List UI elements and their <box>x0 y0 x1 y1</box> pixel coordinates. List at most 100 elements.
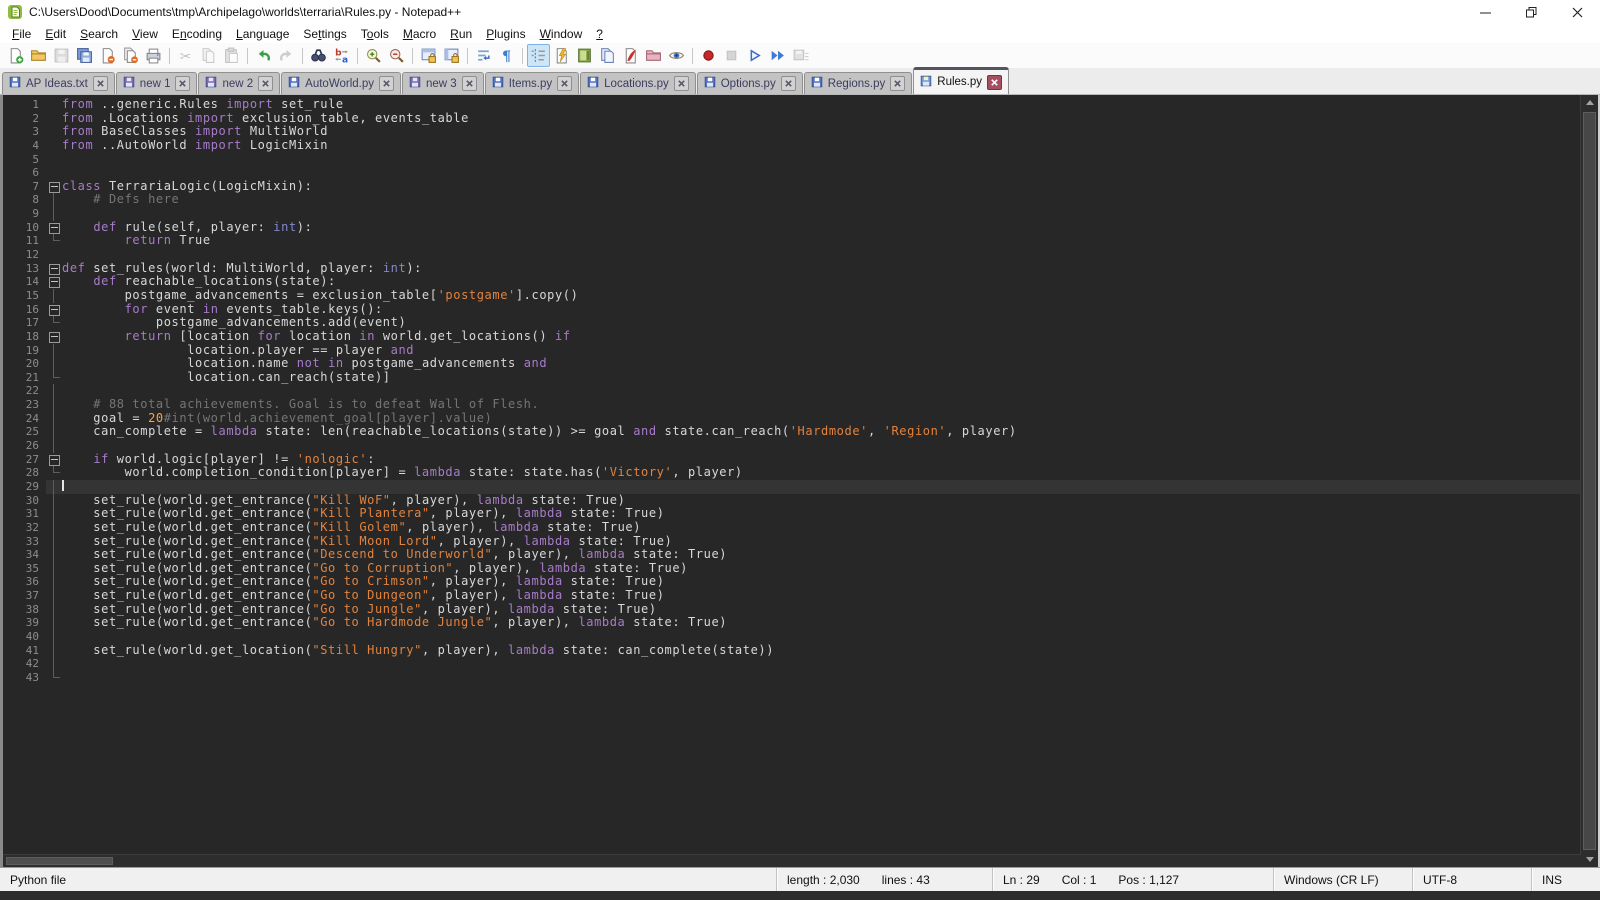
show-indent-guide-icon[interactable] <box>527 44 550 67</box>
code-line-24[interactable]: 24 goal = 20#int(world.achievement_goal[… <box>3 412 1580 426</box>
tab-new-2[interactable]: new 2 <box>198 72 280 94</box>
tab-regions-py[interactable]: Regions.py <box>804 72 913 94</box>
code-line-4[interactable]: 4from ..AutoWorld import LogicMixin <box>3 139 1580 153</box>
code-line-8[interactable]: 8 # Defs here <box>3 193 1580 207</box>
code-line-39[interactable]: 39 set_rule(world.get_entrance("Go to Ha… <box>3 616 1580 630</box>
vertical-scroll-thumb[interactable] <box>1583 112 1596 850</box>
code-line-25[interactable]: 25 can_complete = lambda state: len(reac… <box>3 425 1580 439</box>
copy-icon[interactable] <box>197 44 220 67</box>
sync-vertical-scroll-icon[interactable] <box>417 44 440 67</box>
replace-icon[interactable]: ba <box>330 44 353 67</box>
macro-record-icon[interactable] <box>697 44 720 67</box>
code-line-21[interactable]: 21 location.can_reach(state)] <box>3 371 1580 385</box>
fold-marker[interactable] <box>49 332 60 343</box>
print-icon[interactable] <box>142 44 165 67</box>
code-line-35[interactable]: 35 set_rule(world.get_entrance("Go to Co… <box>3 562 1580 576</box>
save-icon[interactable] <box>50 44 73 67</box>
code-area[interactable]: 1from ..generic.Rules import set_rule2fr… <box>3 95 1580 867</box>
status-encoding[interactable]: UTF-8 <box>1412 868 1531 891</box>
open-folder-icon[interactable] <box>27 44 50 67</box>
code-line-42[interactable]: 42 <box>3 657 1580 671</box>
tab-rules-py[interactable]: Rules.py <box>913 67 1009 94</box>
code-line-38[interactable]: 38 set_rule(world.get_entrance("Go to Ju… <box>3 603 1580 617</box>
code-line-2[interactable]: 2from .Locations import exclusion_table,… <box>3 112 1580 126</box>
fold-marker[interactable] <box>49 277 60 288</box>
tab-close-icon[interactable] <box>379 76 394 91</box>
menu-item-view[interactable]: View <box>125 26 165 42</box>
code-line-27[interactable]: 27 if world.logic[player] != 'nologic': <box>3 453 1580 467</box>
tab-close-icon[interactable] <box>175 76 190 91</box>
undo-icon[interactable] <box>252 44 275 67</box>
tab-close-icon[interactable] <box>557 76 572 91</box>
word-wrap-icon[interactable] <box>472 44 495 67</box>
tab-new-3[interactable]: new 3 <box>402 72 484 94</box>
code-line-1[interactable]: 1from ..generic.Rules import set_rule <box>3 98 1580 112</box>
fold-marker[interactable] <box>49 455 60 466</box>
menu-item-run[interactable]: Run <box>443 26 479 42</box>
code-line-31[interactable]: 31 set_rule(world.get_entrance("Kill Pla… <box>3 507 1580 521</box>
code-line-43[interactable]: 43 <box>3 671 1580 685</box>
tab-close-icon[interactable] <box>258 76 273 91</box>
function-list-icon[interactable] <box>619 44 642 67</box>
folder-as-workspace-icon[interactable] <box>642 44 665 67</box>
scroll-down-icon[interactable] <box>1581 852 1598 867</box>
fold-marker[interactable] <box>49 182 60 193</box>
macro-save-icon[interactable] <box>789 44 812 67</box>
code-line-37[interactable]: 37 set_rule(world.get_entrance("Go to Du… <box>3 589 1580 603</box>
tab-options-py[interactable]: Options.py <box>697 72 803 94</box>
code-line-29[interactable]: 29 <box>3 480 1580 494</box>
code-line-3[interactable]: 3from BaseClasses import MultiWorld <box>3 125 1580 139</box>
vertical-scrollbar[interactable] <box>1580 95 1598 867</box>
tab-locations-py[interactable]: Locations.py <box>580 72 696 94</box>
code-line-22[interactable]: 22 <box>3 384 1580 398</box>
menu-item-help[interactable]: ? <box>589 26 610 42</box>
tab-close-icon[interactable] <box>674 76 689 91</box>
user-defined-dialog-icon[interactable] <box>550 44 573 67</box>
tab-close-icon[interactable] <box>987 75 1002 90</box>
horizontal-scroll-thumb[interactable] <box>6 857 113 865</box>
redo-icon[interactable] <box>275 44 298 67</box>
minimize-button[interactable] <box>1462 0 1508 24</box>
menu-item-edit[interactable]: Edit <box>38 26 73 42</box>
code-line-7[interactable]: 7class TerrariaLogic(LogicMixin): <box>3 180 1580 194</box>
paste-icon[interactable] <box>220 44 243 67</box>
menu-item-encoding[interactable]: Encoding <box>165 26 229 42</box>
document-map-icon[interactable] <box>573 44 596 67</box>
code-line-30[interactable]: 30 set_rule(world.get_entrance("Kill WoF… <box>3 494 1580 508</box>
code-line-34[interactable]: 34 set_rule(world.get_entrance("Descend … <box>3 548 1580 562</box>
code-line-15[interactable]: 15 postgame_advancements = exclusion_tab… <box>3 289 1580 303</box>
macro-stop-icon[interactable] <box>720 44 743 67</box>
menu-item-language[interactable]: Language <box>229 26 296 42</box>
status-insert-mode[interactable]: INS <box>1531 868 1600 891</box>
cut-icon[interactable]: ✂ <box>174 44 197 67</box>
macro-play-icon[interactable] <box>743 44 766 67</box>
menu-item-settings[interactable]: Settings <box>296 26 353 42</box>
code-line-26[interactable]: 26 <box>3 439 1580 453</box>
tab-autoworld-py[interactable]: AutoWorld.py <box>281 72 401 94</box>
code-line-14[interactable]: 14 def reachable_locations(state): <box>3 275 1580 289</box>
code-line-13[interactable]: 13def set_rules(world: MultiWorld, playe… <box>3 262 1580 276</box>
code-line-40[interactable]: 40 <box>3 630 1580 644</box>
status-eol-format[interactable]: Windows (CR LF) <box>1273 868 1412 891</box>
restore-button[interactable] <box>1508 0 1554 24</box>
tab-items-py[interactable]: Items.py <box>485 72 579 94</box>
save-all-icon[interactable] <box>73 44 96 67</box>
code-line-6[interactable]: 6 <box>3 166 1580 180</box>
close-all-docs-icon[interactable] <box>119 44 142 67</box>
code-line-16[interactable]: 16 for event in events_table.keys(): <box>3 303 1580 317</box>
tab-close-icon[interactable] <box>93 76 108 91</box>
code-line-5[interactable]: 5 <box>3 153 1580 167</box>
code-line-36[interactable]: 36 set_rule(world.get_entrance("Go to Cr… <box>3 575 1580 589</box>
vertical-scroll-track[interactable] <box>1581 110 1598 852</box>
zoom-in-icon[interactable] <box>362 44 385 67</box>
menu-item-macro[interactable]: Macro <box>396 26 443 42</box>
code-line-20[interactable]: 20 location.name not in postgame_advance… <box>3 357 1580 371</box>
code-line-10[interactable]: 10 def rule(self, player: int): <box>3 221 1580 235</box>
code-line-11[interactable]: 11 return True <box>3 234 1580 248</box>
code-line-9[interactable]: 9 <box>3 207 1580 221</box>
document-list-icon[interactable] <box>596 44 619 67</box>
tab-ap-ideas-txt[interactable]: AP Ideas.txt <box>2 72 115 94</box>
fold-marker[interactable] <box>49 305 60 316</box>
menu-item-window[interactable]: Window <box>533 26 590 42</box>
new-file-icon[interactable] <box>4 44 27 67</box>
